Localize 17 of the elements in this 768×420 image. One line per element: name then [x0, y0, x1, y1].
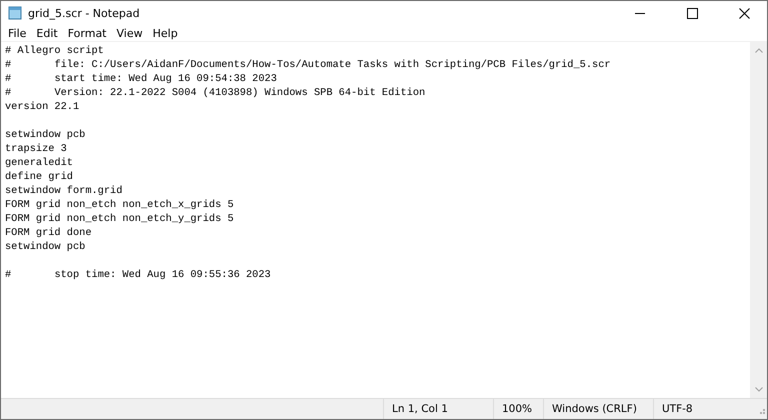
- status-text: Ln 1, Col 1: [383, 399, 493, 419]
- scroll-up-icon[interactable]: [754, 48, 762, 53]
- notepad-icon: [8, 6, 22, 20]
- status-text: 100%: [493, 399, 543, 419]
- menu-item[interactable]: Format: [62, 26, 112, 40]
- status-text: UTF-8: [653, 399, 753, 419]
- close-icon: [738, 8, 750, 18]
- menu-item[interactable]: View: [112, 26, 148, 40]
- scroll-down-icon[interactable]: [754, 387, 762, 392]
- status-text: Windows (CRLF): [543, 399, 653, 419]
- text-area[interactable]: # Allegro script # file: C:/Users/AidanF/Documents/How-Tos/Automate Tasks with Scripting/PCB Files/grid_5.scr # start time: Wed Aug 16 09:54:38 2023 # Version: 22.1-2022 S004 (4103898) Windows SPB 64-bit Edition version 22.1 setwindow pcb trapsize 3 generaledit define grid setwindow form.grid FORM grid non_etch non_etch_x_grids 5 FORM grid non_etch non_etch_y_grids 5 FORM grid done setwindow pcb # stop time: Wed Aug 16 09:55:36 2023: [1, 42, 750, 398]
- menu-item[interactable]: File: [3, 26, 32, 40]
- window-title: grid_5.scr - Notepad: [28, 6, 141, 20]
- menu-item[interactable]: Help: [148, 26, 183, 40]
- menu-item[interactable]: Edit: [31, 26, 63, 40]
- maximize-icon: [686, 8, 698, 18]
- scrollbar[interactable]: [750, 42, 767, 398]
